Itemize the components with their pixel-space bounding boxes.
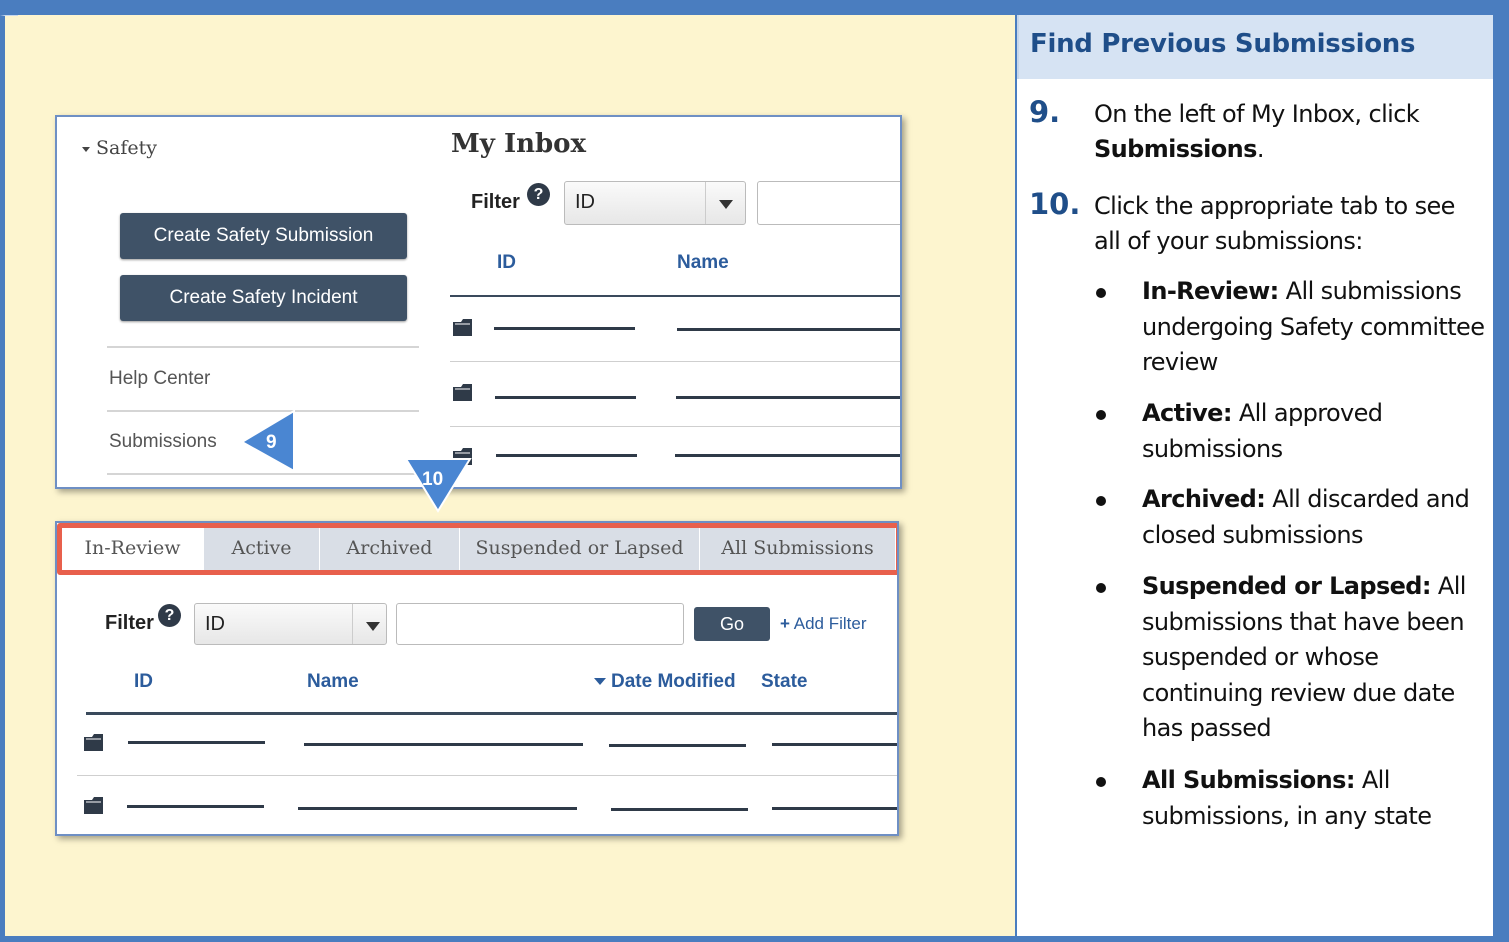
step-text-bold: Submissions [1094,135,1257,163]
filter-label: Filter [471,191,520,213]
placeholder-state [772,743,897,746]
step-text-end: . [1256,135,1265,163]
placeholder-id [494,327,635,330]
callout-10-label: 10 [422,469,444,490]
column-header-name[interactable]: Name [307,671,359,693]
filter-select-value: ID [205,613,225,635]
submissions-screenshot: In-Review Active Archived Suspended or L… [55,521,899,836]
placeholder-name [298,807,577,810]
tab-in-review[interactable]: In-Review [62,528,204,570]
bottom-band [0,936,1509,942]
step-text: On the left of My Inbox, click Submissio… [1094,97,1484,167]
placeholder-name [676,396,900,399]
safety-section-toggle[interactable]: Safety [82,137,157,159]
help-icon[interactable]: ? [527,183,550,206]
document-icon[interactable] [452,382,474,402]
placeholder-name [304,743,583,746]
document-icon[interactable] [83,732,105,752]
create-safety-incident-button[interactable]: Create Safety Incident [120,275,407,321]
table-header-rule [86,712,897,715]
add-filter-link[interactable]: + Add Filter [780,614,866,634]
filter-text-input[interactable] [396,603,684,645]
step-number: 10. [1029,187,1081,221]
instructions-panel: Find Previous Submissions 9. On the left… [1017,15,1493,936]
sort-descending-icon [594,678,606,686]
table-header-rule [450,295,900,297]
dropdown-arrow-icon [705,182,747,224]
row-divider [450,361,900,362]
bullet-term: Suspended or Lapsed: [1142,572,1431,600]
submissions-link[interactable]: Submissions [109,431,217,453]
placeholder-date [609,744,746,747]
document-icon[interactable] [452,317,474,337]
tab-bar: In-Review Active Archived Suspended or L… [57,523,897,575]
filter-select-value: ID [575,191,595,213]
help-center-link[interactable]: Help Center [109,368,210,390]
bullet-text: Suspended or Lapsed: All submissions tha… [1142,569,1487,747]
caret-down-icon [82,146,90,152]
column-header-state[interactable]: State [761,671,807,693]
panel-title: Find Previous Submissions [1030,29,1416,59]
create-safety-submission-button[interactable]: Create Safety Submission [120,213,407,259]
bullet-term: In-Review: [1142,277,1279,305]
bullet-dot [1096,410,1106,420]
divider [107,473,419,475]
filter-select[interactable]: ID [564,181,746,225]
filter-text-input[interactable] [757,181,900,225]
placeholder-id [127,805,264,808]
bullet-text: In-Review: All submissions undergoing Sa… [1142,274,1487,381]
tab-all-submissions[interactable]: All Submissions [700,528,896,570]
top-band [0,0,1509,15]
help-icon[interactable]: ? [158,604,181,627]
placeholder-date [611,808,748,811]
tab-archived[interactable]: Archived [320,528,460,570]
placeholder-id [128,741,265,744]
bullet-text: Active: All approved submissions [1142,396,1487,467]
placeholder-name [675,454,900,457]
date-modified-label: Date Modified [611,671,736,692]
callout-9-label: 9 [266,432,277,453]
bullet-term: All Submissions: [1142,766,1355,794]
add-filter-label: Add Filter [793,614,867,633]
divider [107,346,419,348]
tab-suspended-or-lapsed[interactable]: Suspended or Lapsed [460,528,700,570]
left-edge [0,15,18,942]
step-text: Click the appropriate tab to see all of … [1094,192,1455,255]
inbox-screenshot: Safety Create Safety Submission Create S… [55,115,902,489]
column-header-id[interactable]: ID [497,252,516,274]
bullet-term: Active: [1142,399,1232,427]
filter-select[interactable]: ID [194,603,387,645]
placeholder-name [677,328,900,331]
column-header-name[interactable]: Name [677,252,729,274]
bullet-text: Archived: All discarded and closed submi… [1142,482,1487,553]
safety-label: Safety [96,137,157,159]
placeholder-id [495,396,636,399]
bullet-text: All Submissions: All submissions, in any… [1142,763,1487,834]
column-header-id[interactable]: ID [134,671,153,693]
plus-icon: + [780,614,790,633]
placeholder-id [496,454,637,457]
bullet-term: Archived: [1142,485,1266,513]
inbox-title: My Inbox [451,129,587,159]
step-text-part: On the left of My Inbox, click [1094,100,1420,128]
row-divider [450,426,900,427]
column-header-date-modified[interactable]: Date Modified [594,671,736,693]
panel-header: Find Previous Submissions [1017,15,1493,79]
filter-label: Filter [105,612,154,634]
bullet-dot [1096,288,1106,298]
dropdown-arrow-icon [352,604,394,644]
bullet-dot [1096,496,1106,506]
row-divider [77,775,897,776]
tab-active[interactable]: Active [204,528,320,570]
placeholder-state [772,807,897,810]
bullet-dot [1096,777,1106,787]
right-edge [1493,15,1509,942]
document-icon[interactable] [83,795,105,815]
bullet-dot [1096,583,1106,593]
step-number: 9. [1029,95,1061,129]
go-button[interactable]: Go [694,607,770,641]
